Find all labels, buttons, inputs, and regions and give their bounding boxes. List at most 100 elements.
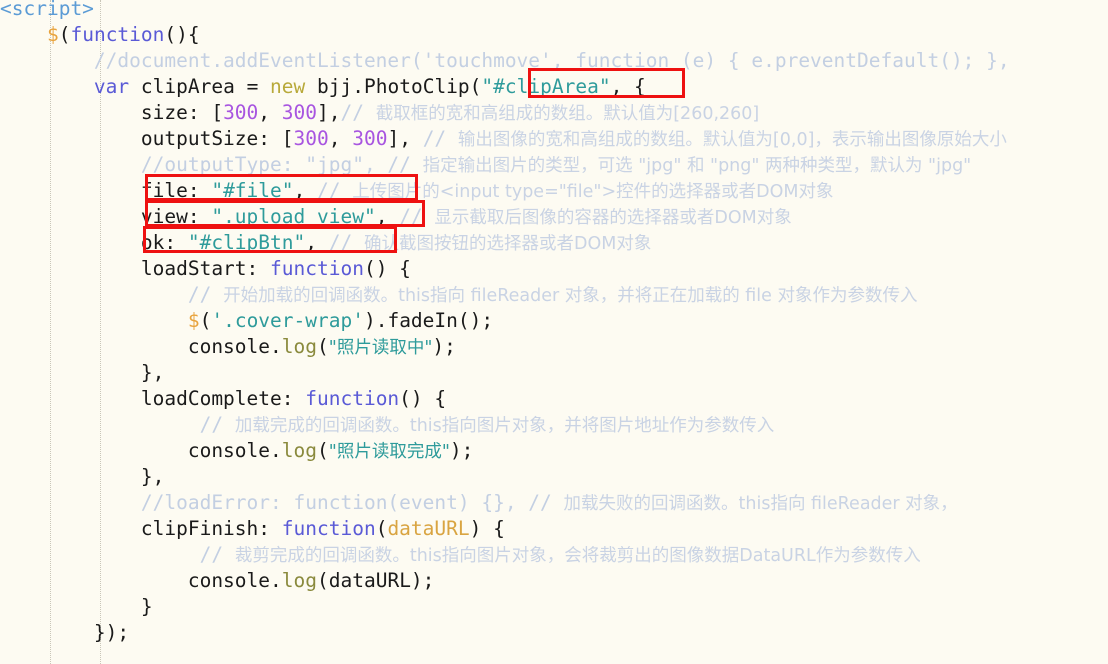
token-punct: () { [363, 257, 411, 280]
token-plain: console [0, 439, 271, 462]
token-punct: , [328, 127, 353, 150]
code-line[interactable]: $(function(){ [0, 22, 1108, 48]
token-kw: var [93, 75, 130, 98]
code-line[interactable]: loadComplete: function() { [0, 386, 1108, 412]
code-line[interactable]: <script> [0, 0, 1108, 22]
token-punct: ( [317, 439, 329, 462]
token-comment: // [199, 543, 235, 566]
token-punct: , [258, 101, 282, 124]
token-punct: , [293, 179, 317, 202]
token-num: 300 [281, 101, 318, 124]
token-plain: ok: [0, 231, 188, 254]
token-plain: } [0, 595, 153, 618]
token-str: "照片读取中" [328, 338, 433, 358]
token-str: ".upload_view" [211, 205, 376, 228]
code-line[interactable]: var clipArea = new bjj.PhotoClip("#clipA… [0, 74, 1108, 100]
token-plain: size: [ [0, 101, 224, 124]
token-comment: // [317, 179, 353, 202]
token-plain: fadeIn [387, 309, 458, 332]
code-line[interactable]: }); [0, 620, 1108, 646]
code-line[interactable]: size: [300, 300],// 截取框的宽和高组成的数组。默认值为[26… [0, 100, 1108, 126]
token-punct: (); [457, 309, 494, 332]
token-kw: function [305, 387, 400, 410]
token-comment: // [328, 231, 364, 254]
token-punct: ( [58, 23, 71, 46]
token-punct: () { [399, 387, 447, 410]
token-plain: loadStart: [0, 257, 271, 280]
token-punct: . [270, 439, 282, 462]
code-line[interactable]: } [0, 594, 1108, 620]
token-comment-cn: 加载完成的回调函数。this指向图片对象，并将图片地址作为参数传入 [234, 416, 775, 436]
code-line[interactable]: //document.addEventListener('touchmove',… [0, 48, 1108, 74]
code-line[interactable]: }, [0, 464, 1108, 490]
token-param: dataURL [387, 517, 470, 540]
token-str: "#clipBtn" [187, 231, 306, 254]
code-line[interactable]: // 加载完成的回调函数。this指向图片对象，并将图片地址作为参数传入 [0, 412, 1108, 438]
token-plain: PhotoClip [364, 75, 470, 98]
token-comment: // [399, 205, 435, 228]
token-comment-cn: 确认截图按钮的选择器或者DOM对象 [363, 234, 652, 254]
token-comment: //document.addEventListener('touchmove',… [93, 49, 1010, 72]
code-line[interactable]: loadStart: function() { [0, 256, 1108, 282]
token-punct: (){ [164, 23, 200, 46]
code-line[interactable]: // 裁剪完成的回调函数。this指向图片对象，会将裁剪出的图像数据DataUR… [0, 542, 1108, 568]
token-kw: function [270, 257, 364, 280]
token-punct: , [305, 231, 329, 254]
token-comment: // [422, 127, 458, 150]
token-comment-cn: 显示截取后图像的容器的选择器或者DOM对象 [434, 208, 792, 228]
token-num: 300 [352, 127, 388, 150]
token-method: log [281, 569, 318, 592]
token-dollar: $ [46, 23, 59, 46]
code-content[interactable]: <script> $(function(){ //document.addEve… [0, 0, 1108, 646]
token-tag: <script> [0, 0, 94, 20]
token-punct: , [375, 205, 400, 228]
token-comment: //loadError: function(event) {}, // [140, 491, 564, 514]
code-line[interactable]: //loadError: function(event) {}, // 加载失败… [0, 490, 1108, 516]
token-plain: }); [0, 621, 130, 644]
token-comment: // [187, 283, 224, 306]
code-line[interactable]: outputSize: [300, 300], // 输出图像的宽和高组成的数组… [0, 126, 1108, 152]
token-punct: (dataURL); [317, 569, 435, 592]
code-editor[interactable]: <script> $(function(){ //document.addEve… [0, 0, 1108, 664]
token-method: log [281, 335, 318, 358]
token-num: 300 [223, 101, 259, 124]
token-plain: }, [0, 361, 165, 384]
token-newkw: new [270, 75, 306, 98]
code-line[interactable]: console.log("照片读取完成"); [0, 438, 1108, 464]
token-str: '.cover-wrap' [211, 309, 364, 332]
token-plain: file: [0, 179, 212, 202]
token-plain: outputSize: [ [0, 127, 294, 150]
token-punct: ( [375, 517, 388, 540]
token-comment-cn: 指定输出图片的类型，可选 "jpg" 和 "png" 两种种类型，默认为 "jp… [422, 156, 972, 176]
code-line[interactable]: ok: "#clipBtn", // 确认截图按钮的选择器或者DOM对象 [0, 230, 1108, 256]
token-str: "#clipArea" [481, 75, 611, 98]
code-line[interactable]: view: ".upload_view", // 显示截取后图像的容器的选择器或… [0, 204, 1108, 230]
token-punct: . [352, 75, 364, 98]
token-punct: ], [317, 101, 341, 124]
token-comment: //outputType: "jpg", // [140, 153, 423, 176]
code-line[interactable]: //outputType: "jpg", // 指定输出图片的类型，可选 "jp… [0, 152, 1108, 178]
token-punct: ], [387, 127, 423, 150]
code-line[interactable]: // 开始加载的回调函数。this指向 fileReader 对象，并将正在加载… [0, 282, 1108, 308]
token-num: 300 [293, 127, 329, 150]
token-plain: console [0, 569, 271, 592]
token-punct: ( [317, 335, 329, 358]
code-line[interactable]: $('.cover-wrap').fadeIn(); [0, 308, 1108, 334]
code-line[interactable]: console.log("照片读取中"); [0, 334, 1108, 360]
code-line[interactable]: file: "#file", // 上传图片的<input type="file… [0, 178, 1108, 204]
token-punct: ) { [469, 517, 505, 540]
token-punct: ( [469, 75, 482, 98]
token-comment-cn: 截取框的宽和高组成的数组。默认值为[260,260] [375, 104, 760, 124]
token-punct: ). [363, 309, 388, 332]
token-str: "照片读取完成" [328, 442, 450, 462]
code-line[interactable]: console.log(dataURL); [0, 568, 1108, 594]
token-punct: , { [610, 75, 646, 98]
code-line[interactable]: }, [0, 360, 1108, 386]
code-line[interactable]: clipFinish: function(dataURL) { [0, 516, 1108, 542]
